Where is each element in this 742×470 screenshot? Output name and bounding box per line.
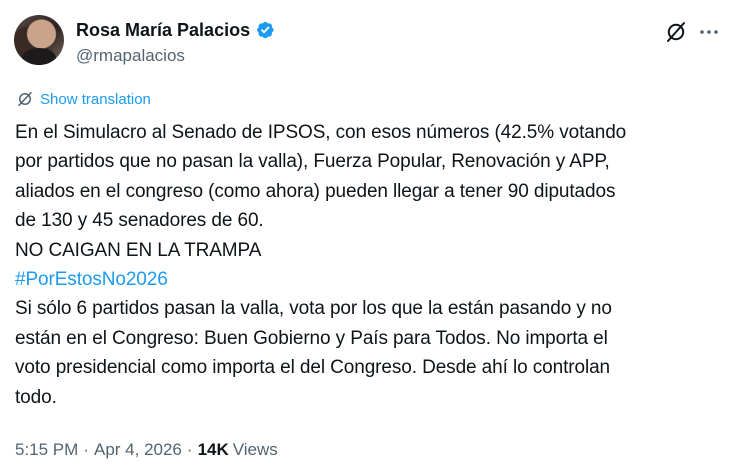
show-translation-label: Show translation — [40, 90, 151, 108]
tweet-metadata: 5:15 PM · Apr 4, 2026 · 14K Views — [15, 439, 278, 461]
tweet-text-line: voto presidencial como importa el del Co… — [15, 357, 610, 379]
tweet-card: Rosa María Palacios @rmapalacios Show tr… — [0, 0, 742, 470]
tweet-text-line: En el Simulacro al Senado de IPSOS, con … — [15, 122, 627, 143]
hashtag-link[interactable]: #PorEstosNo2026 — [15, 265, 730, 294]
tweet-date[interactable]: Apr 4, 2026 — [94, 439, 182, 461]
author-name-row: Rosa María Palacios — [76, 19, 275, 41]
meta-separator: · — [83, 440, 89, 459]
avatar[interactable] — [14, 15, 64, 65]
translate-icon — [18, 91, 32, 107]
author-handle[interactable]: @rmapalacios — [76, 46, 185, 66]
views-label: Views — [232, 440, 278, 459]
views-count: 14K — [197, 440, 229, 459]
more-horizontal-icon[interactable] — [697, 20, 721, 44]
tweet-text: En el Simulacro al Senado de IPSOS, con … — [15, 118, 730, 412]
grok-icon[interactable] — [664, 20, 688, 44]
tweet-text-line: Si sólo 6 partidos pasan la valla, vota … — [15, 298, 612, 320]
tweet-text-line: por partidos que no pasan la valla), Fue… — [15, 151, 610, 173]
meta-separator: · — [186, 440, 193, 459]
tweet-text-line: aliados en el congreso (como ahora) pued… — [15, 180, 616, 202]
tweet-text-line: NO CAIGAN EN LA TRAMPA — [15, 239, 262, 261]
tweet-text-line: están en el Congreso: Buen Gobierno y Pa… — [15, 327, 608, 349]
show-translation-link[interactable]: Show translation — [16, 90, 151, 108]
tweet-time[interactable]: 5:15 PM — [15, 439, 78, 461]
verified-badge-icon[interactable] — [255, 20, 275, 40]
author-display-name[interactable]: Rosa María Palacios — [76, 19, 250, 41]
tweet-text-line: de 130 y 45 senadores de 60. — [15, 210, 264, 232]
tweet-text-line: todo. — [15, 386, 57, 408]
